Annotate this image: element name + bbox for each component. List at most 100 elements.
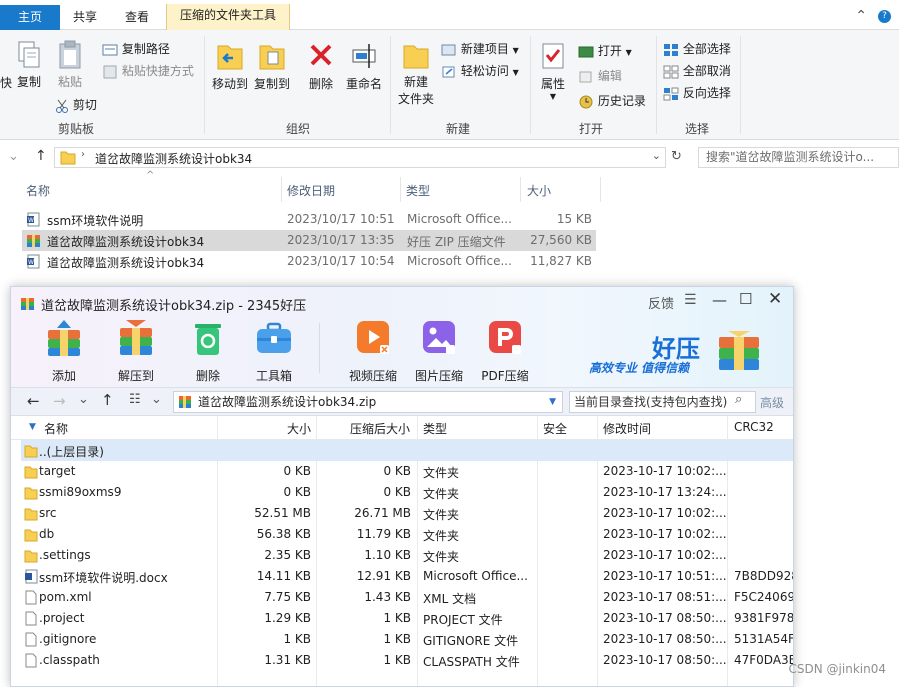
archive-row[interactable]: src 52.51 MB 26.71 MB 文件夹 2023-10-17 10:…	[21, 503, 793, 524]
maximize-icon[interactable]: ☐	[739, 290, 752, 308]
column-header-security[interactable]: 安全	[543, 420, 567, 437]
archive-row[interactable]: ssmi89oxms9 0 KB 0 KB 文件夹 2023-10-17 13:…	[21, 482, 793, 503]
dropdown-arrow-icon: ▼	[625, 48, 632, 57]
archive-row[interactable]: db 56.38 KB 11.79 KB 文件夹 2023-10-17 10:0…	[21, 524, 793, 545]
archive-row[interactable]: .settings 2.35 KB 1.10 KB 文件夹 2023-10-17…	[21, 545, 793, 566]
chevron-down-icon[interactable]: ⌄	[652, 149, 661, 162]
archive-row[interactable]: .gitignore 1 KB 1 KB GITIGNORE 文件 2023-1…	[21, 629, 793, 650]
menu-icon[interactable]: ☰	[684, 292, 697, 308]
column-header-size[interactable]: 大小	[527, 182, 551, 199]
column-header-size[interactable]: 大小	[287, 420, 311, 437]
entry-modified: 2023-10-17 08:50:...	[603, 653, 727, 667]
chevron-down-icon[interactable]: ⌄	[151, 392, 162, 407]
parent-dir-row[interactable]: ..(上层目录)	[21, 440, 793, 461]
archive-row[interactable]: .project 1.29 KB 1 KB PROJECT 文件 2023-10…	[21, 608, 793, 629]
entry-name: target	[39, 464, 76, 478]
tab-home[interactable]: 主页	[0, 5, 60, 30]
add-button[interactable]: 添加	[34, 318, 94, 384]
chevron-up-icon[interactable]: ⌃	[855, 8, 867, 24]
column-divider[interactable]	[281, 177, 282, 202]
open-button[interactable]: 打开 ▼	[578, 42, 632, 59]
file-date: 2023/10/17 10:51	[287, 212, 395, 226]
tab-view[interactable]: 查看	[110, 6, 164, 30]
open-label: 打开	[597, 44, 622, 58]
new-folder-button[interactable]: 新建 文件夹	[396, 40, 436, 107]
select-none-button[interactable]: 全部取消	[663, 62, 731, 79]
properties-button[interactable]: 属性 ▼	[536, 40, 570, 101]
archive-row[interactable]: pom.xml 7.75 KB 1.43 KB XML 文档 2023-10-1…	[21, 587, 793, 608]
copy-button[interactable]: 复制	[14, 40, 44, 90]
paste-button[interactable]: 粘贴	[55, 40, 85, 90]
history-button[interactable]: 历史记录	[578, 92, 646, 109]
column-header-name[interactable]: 名称	[44, 420, 68, 437]
archive-path: 道岔故障监测系统设计obk34.zip	[198, 395, 377, 409]
new-item-button[interactable]: 新建项目 ▼	[441, 40, 519, 57]
file-name: 道岔故障监测系统设计obk34	[47, 256, 205, 270]
column-divider[interactable]	[520, 177, 521, 202]
column-header-type[interactable]: 类型	[423, 420, 447, 437]
dropdown-arrow-icon[interactable]: ▼	[549, 392, 556, 412]
copy-to-button[interactable]: 复制到	[252, 40, 292, 92]
toolbox-button[interactable]: 工具箱	[244, 318, 304, 384]
advanced-search-link[interactable]: 高级	[760, 394, 784, 411]
file-row[interactable]: W 道岔故障监测系统设计obk34 2023/10/17 10:54 Micro…	[22, 251, 596, 272]
up-arrow-icon[interactable]: ↑	[101, 391, 114, 409]
minimize-icon[interactable]: —	[712, 291, 727, 309]
forward-arrow-icon[interactable]: →	[53, 392, 66, 410]
paste-shortcut-button[interactable]: 粘贴快捷方式	[102, 62, 194, 79]
video-compress-label: 视频压缩	[348, 369, 397, 383]
archive-row[interactable]: ssm环境软件说明.docx 14.11 KB 12.91 KB Microso…	[21, 566, 793, 587]
column-header-type[interactable]: 类型	[406, 182, 430, 199]
refresh-icon[interactable]: ↻	[671, 149, 682, 164]
search-icon[interactable]: ⌕	[735, 392, 742, 407]
file-row[interactable]: W ssm环境软件说明 2023/10/17 10:51 Microsoft O…	[22, 209, 596, 230]
archive-search-input[interactable]: 当前目录查找(支持包内查找)	[569, 391, 756, 413]
help-icon[interactable]: ?	[878, 10, 891, 23]
tab-share[interactable]: 共享	[60, 6, 110, 30]
delete-button[interactable]: 删除	[304, 40, 338, 92]
entry-compressed-size: 1 KB	[383, 611, 411, 625]
delete-archive-button[interactable]: 删除	[178, 318, 238, 384]
close-icon[interactable]: ✕	[768, 289, 782, 309]
back-arrow-icon[interactable]: ←	[27, 392, 40, 410]
extract-to-button[interactable]: 解压到	[106, 318, 166, 384]
entry-size: 14.11 KB	[256, 569, 311, 583]
rename-button[interactable]: 重命名	[343, 40, 385, 92]
column-header-date[interactable]: 修改日期	[287, 182, 335, 199]
haozip-window: 道岔故障监测系统设计obk34.zip - 2345好压 反馈 ☰ — ☐ ✕ …	[10, 286, 794, 687]
chevron-down-icon[interactable]: ⌄	[8, 149, 19, 164]
video-compress-button[interactable]: 视频压缩	[343, 318, 403, 384]
easy-access-button[interactable]: 轻松访问 ▼	[441, 62, 519, 79]
column-divider[interactable]	[600, 177, 601, 202]
column-header-crc32[interactable]: CRC32	[734, 420, 774, 434]
archive-row[interactable]: .classpath 1.31 KB 1 KB CLASSPATH 文件 202…	[21, 650, 793, 671]
image-compress-button[interactable]: 图片压缩	[409, 318, 469, 384]
invert-selection-button[interactable]: 反向选择	[663, 84, 731, 101]
file-row-selected[interactable]: 道岔故障监测系统设计obk34 2023/10/17 13:35 好压 ZIP …	[22, 230, 596, 251]
view-mode-icon[interactable]: ☷	[129, 392, 141, 407]
column-header-name[interactable]: 名称	[26, 182, 50, 199]
address-bar[interactable]: › 道岔故障监测系统设计obk34 ⌄	[54, 147, 666, 168]
tab-compressed-folder-tools[interactable]: 压缩的文件夹工具	[166, 4, 290, 30]
pin-button-fragment[interactable]: 快	[0, 74, 12, 91]
history-icon	[579, 95, 593, 108]
archive-path-bar[interactable]: 道岔故障监测系统设计obk34.zip ▼	[173, 391, 563, 413]
select-all-button[interactable]: 全部选择	[663, 40, 731, 57]
feedback-link[interactable]: 反馈	[648, 293, 674, 312]
column-header-compressed-size[interactable]: 压缩后大小	[350, 420, 410, 437]
copy-path-button[interactable]: 复制路径	[102, 40, 170, 57]
cut-button[interactable]: 剪切	[55, 96, 97, 113]
column-divider[interactable]	[400, 177, 401, 202]
chevron-down-icon[interactable]: ⌄	[78, 392, 89, 407]
search-input[interactable]: 搜索"道岔故障监测系统设计o...	[698, 147, 899, 168]
select-none-icon	[663, 65, 679, 78]
pdf-compress-button[interactable]: PDF压缩	[475, 318, 535, 384]
up-arrow-icon[interactable]: ↑	[35, 148, 47, 164]
archive-row[interactable]: target 0 KB 0 KB 文件夹 2023-10-17 10:02:..…	[21, 461, 793, 482]
zip-archive-icon	[21, 298, 34, 310]
column-header-modified[interactable]: 修改时间	[603, 420, 651, 437]
move-to-button[interactable]: 移动到	[210, 40, 250, 92]
edit-button[interactable]: 编辑	[578, 67, 622, 84]
ribbon-divider	[740, 36, 741, 134]
ribbon-divider	[204, 36, 205, 134]
